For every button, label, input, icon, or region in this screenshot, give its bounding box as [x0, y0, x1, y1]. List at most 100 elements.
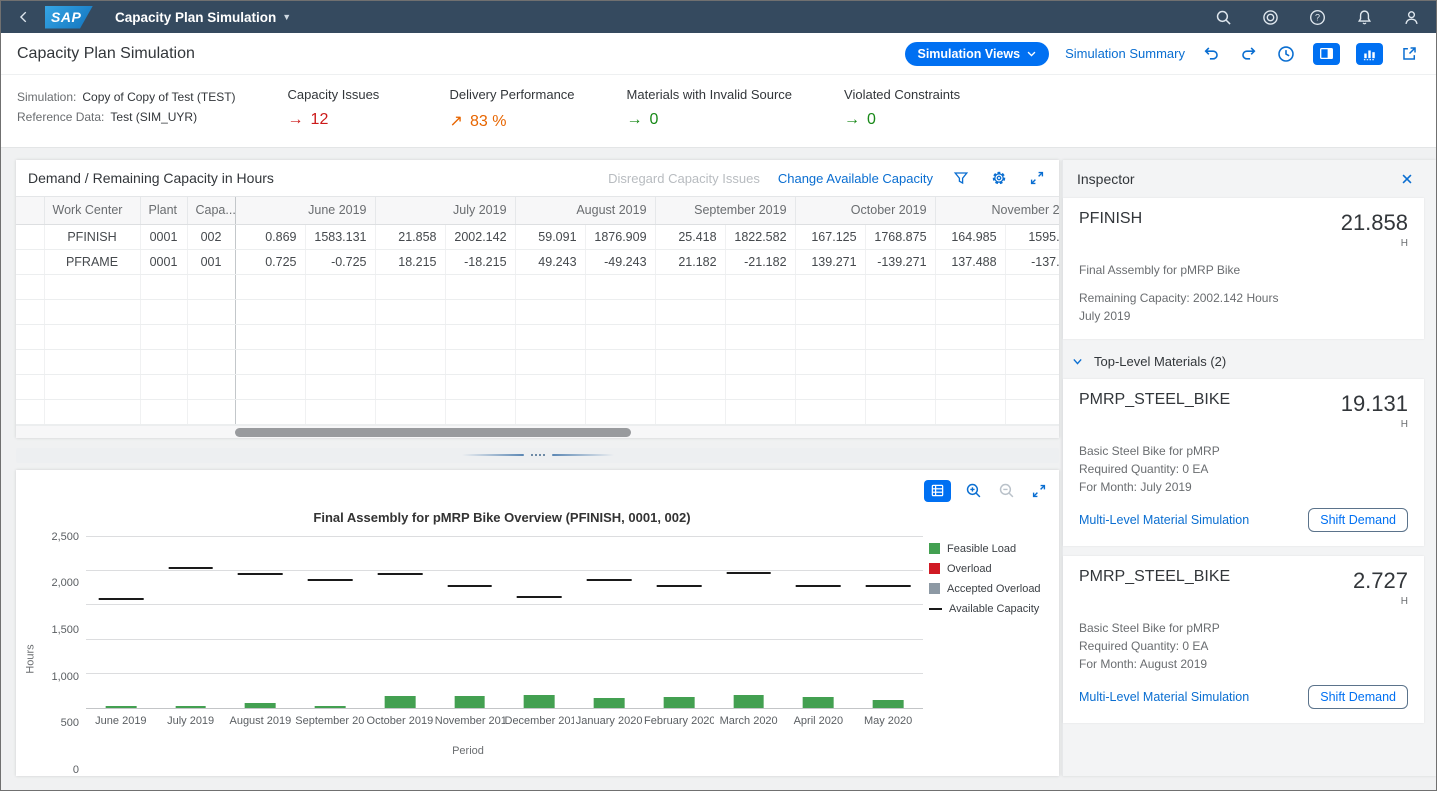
legend-item[interactable]: Overload: [929, 563, 1049, 575]
change-available-capacity-button[interactable]: Change Available Capacity: [778, 171, 933, 186]
legend-swatch: [929, 608, 942, 610]
shell-app-title[interactable]: Capacity Plan Simulation ▼: [115, 10, 291, 25]
close-icon[interactable]: [1396, 168, 1418, 190]
month-column-header[interactable]: September 2019: [655, 197, 795, 224]
bell-icon[interactable]: [1356, 9, 1373, 26]
material-card[interactable]: PMRP_STEEL_BIKE 2.727H Basic Steel Bike …: [1063, 556, 1424, 723]
table-cell: [235, 374, 305, 399]
available-capacity-line[interactable]: [99, 598, 144, 600]
month-column-header[interactable]: June 2019: [235, 197, 375, 224]
shift-demand-button[interactable]: Shift Demand: [1308, 508, 1408, 532]
kpi-violated-constraints[interactable]: Violated Constraints →0: [844, 87, 960, 131]
zoom-in-icon[interactable]: [963, 480, 984, 501]
available-capacity-line[interactable]: [866, 585, 911, 587]
settings-icon[interactable]: [989, 168, 1009, 188]
table-cell: 21.182: [655, 249, 725, 274]
available-capacity-line[interactable]: [796, 585, 841, 587]
table-scroll-container[interactable]: Work CenterPlantCapa...June 2019July 201…: [16, 196, 1059, 425]
available-capacity-line[interactable]: [378, 573, 423, 575]
bar-feasible-load[interactable]: [664, 697, 695, 707]
bar-feasible-load[interactable]: [106, 706, 137, 708]
table-row-empty: [16, 399, 1059, 424]
table-row[interactable]: PFRAME00010010.725-0.72518.215-18.21549.…: [16, 249, 1059, 274]
available-capacity-line[interactable]: [238, 573, 283, 575]
disregard-capacity-issues-button[interactable]: Disregard Capacity Issues: [608, 171, 760, 186]
bar-feasible-load[interactable]: [594, 698, 625, 708]
table-cell: [515, 349, 585, 374]
undo-icon[interactable]: [1201, 43, 1222, 64]
column-header[interactable]: Work Center: [44, 197, 140, 224]
legend-item[interactable]: Accepted Overload: [929, 583, 1049, 595]
table-view-toggle-button[interactable]: [924, 480, 951, 502]
expand-icon[interactable]: [1027, 168, 1047, 188]
month-column-header[interactable]: November 20: [935, 197, 1059, 224]
chart-slot: [505, 537, 575, 709]
month-column-header[interactable]: October 2019: [795, 197, 935, 224]
available-capacity-line[interactable]: [308, 579, 353, 581]
bar-feasible-load[interactable]: [175, 706, 206, 708]
table-cell: [1005, 324, 1059, 349]
multi-level-material-simulation-link[interactable]: Multi-Level Material Simulation: [1079, 513, 1249, 527]
inspector-toggle-button[interactable]: [1313, 43, 1340, 65]
bar-feasible-load[interactable]: [385, 696, 416, 707]
simulation-summary-link[interactable]: Simulation Summary: [1065, 46, 1185, 61]
available-capacity-line[interactable]: [726, 572, 771, 574]
bar-feasible-load[interactable]: [454, 696, 485, 707]
column-header[interactable]: [16, 197, 44, 224]
table-cell: [445, 374, 515, 399]
splitter-grip-line: [552, 454, 614, 456]
month-column-header[interactable]: August 2019: [515, 197, 655, 224]
back-icon[interactable]: [17, 10, 31, 24]
redo-icon[interactable]: [1238, 43, 1259, 64]
inspector-main-card[interactable]: PFINISH 21.858H Final Assembly for pMRP …: [1063, 198, 1424, 339]
column-header[interactable]: Capa...: [187, 197, 235, 224]
bar-feasible-load[interactable]: [524, 695, 555, 707]
available-capacity-line[interactable]: [587, 579, 632, 581]
table-row-empty: [16, 324, 1059, 349]
column-header[interactable]: Plant: [140, 197, 187, 224]
table-cell: 1768.875: [865, 224, 935, 249]
bar-feasible-load[interactable]: [245, 703, 276, 707]
available-capacity-line[interactable]: [168, 567, 213, 569]
kpi-delivery-performance[interactable]: Delivery Performance ↗83 %: [450, 87, 575, 131]
expand-icon[interactable]: [1029, 481, 1049, 501]
chart-toggle-button[interactable]: [1356, 43, 1383, 65]
bar-feasible-load[interactable]: [315, 706, 346, 708]
top-level-materials-section[interactable]: Top-Level Materials (2): [1063, 343, 1424, 379]
legend-item[interactable]: Available Capacity: [929, 603, 1049, 615]
table-cell: [1005, 274, 1059, 299]
kpi-label: Materials with Invalid Source: [627, 87, 792, 102]
open-in-new-window-icon[interactable]: [1399, 43, 1420, 64]
chart-title: Final Assembly for pMRP Bike Overview (P…: [83, 510, 921, 525]
available-capacity-line[interactable]: [517, 596, 562, 598]
month-column-header[interactable]: July 2019: [375, 197, 515, 224]
inspector-toggle-icon: [1319, 46, 1334, 61]
hours-value: 19.131: [1341, 391, 1408, 417]
table-cell: [865, 324, 935, 349]
bar-feasible-load[interactable]: [803, 697, 834, 708]
kpi-materials-invalid-source[interactable]: Materials with Invalid Source →0: [627, 87, 792, 131]
horizontal-scrollbar[interactable]: [16, 425, 1059, 438]
x-tick-label: June 2019: [86, 715, 156, 727]
filter-icon[interactable]: [951, 168, 971, 188]
multi-level-material-simulation-link[interactable]: Multi-Level Material Simulation: [1079, 690, 1249, 704]
table-row[interactable]: PFINISH00010020.8691583.13121.8582002.14…: [16, 224, 1059, 249]
simulation-views-button[interactable]: Simulation Views: [905, 42, 1049, 66]
splitter-handle[interactable]: [16, 448, 1059, 463]
history-icon[interactable]: [1275, 43, 1297, 65]
legend-item[interactable]: Feasible Load: [929, 543, 1049, 555]
scrollbar-thumb[interactable]: [235, 428, 631, 437]
copilot-icon[interactable]: [1262, 9, 1279, 26]
help-icon[interactable]: ?: [1309, 9, 1326, 26]
shift-demand-button[interactable]: Shift Demand: [1308, 685, 1408, 709]
zoom-out-icon[interactable]: [996, 480, 1017, 501]
available-capacity-line[interactable]: [447, 585, 492, 587]
available-capacity-line[interactable]: [657, 585, 702, 587]
search-icon[interactable]: [1215, 9, 1232, 26]
chart-slot: [574, 537, 644, 709]
kpi-capacity-issues[interactable]: Capacity Issues →12: [288, 87, 398, 131]
material-card[interactable]: PMRP_STEEL_BIKE 19.131H Basic Steel Bike…: [1063, 379, 1424, 546]
bar-feasible-load[interactable]: [873, 700, 904, 708]
bar-feasible-load[interactable]: [733, 695, 764, 708]
profile-icon[interactable]: [1403, 9, 1420, 26]
